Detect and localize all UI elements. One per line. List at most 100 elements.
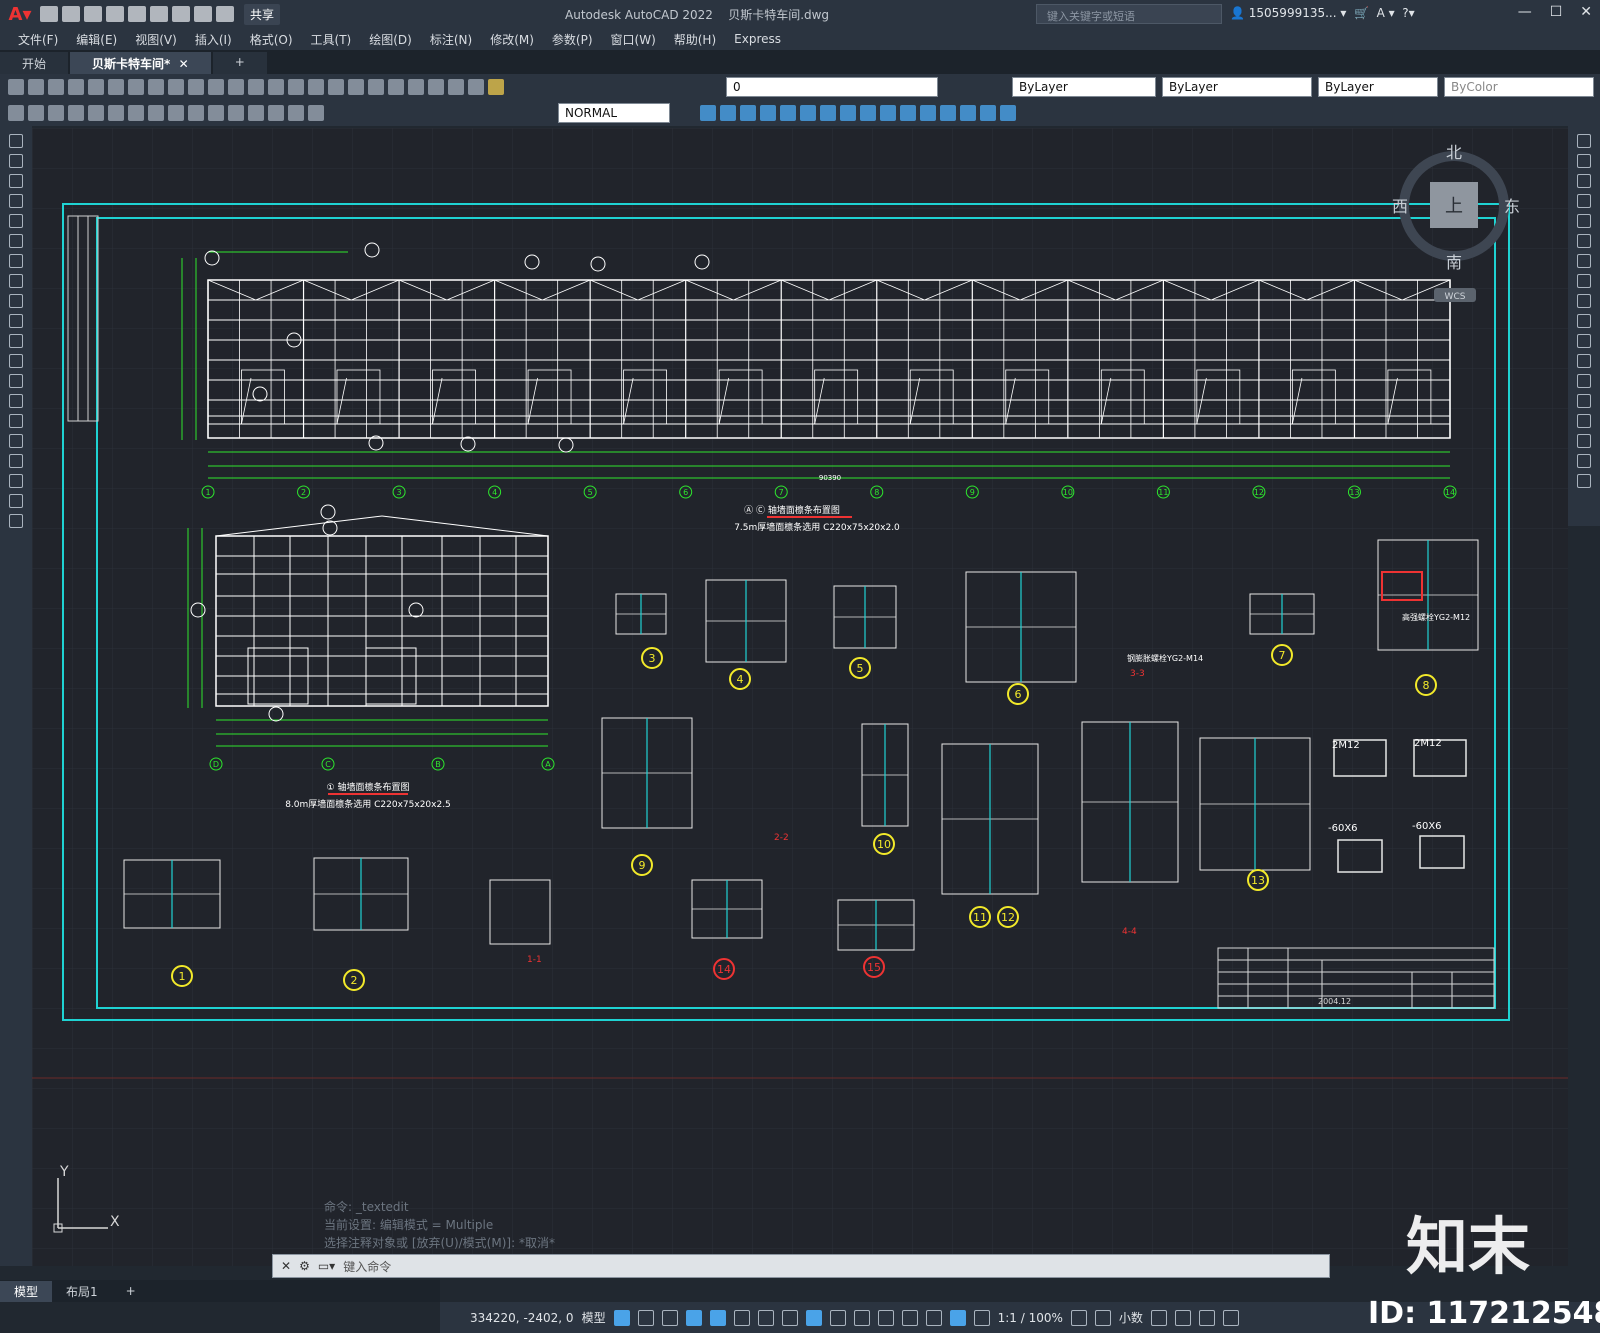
new-icon[interactable] xyxy=(8,79,24,95)
auto-scale-icon[interactable] xyxy=(973,1309,990,1326)
object-snap-icon[interactable] xyxy=(805,1309,822,1326)
erase-icon[interactable] xyxy=(1577,134,1591,148)
linetype-dropdown[interactable]: ByLayer xyxy=(1162,77,1312,97)
menu-help[interactable]: 帮助(H) xyxy=(674,31,716,48)
user-account[interactable]: 👤 1505999135... ▾ 🛒 A ▾ ?▾ xyxy=(1230,6,1415,20)
stretch-icon[interactable] xyxy=(1577,294,1591,308)
line-icon[interactable] xyxy=(9,134,23,148)
infer-icon[interactable] xyxy=(661,1309,678,1326)
circle-icon[interactable] xyxy=(9,254,23,268)
calculator-icon[interactable] xyxy=(428,79,444,95)
markup-icon[interactable] xyxy=(408,79,424,95)
save-web-icon[interactable] xyxy=(150,6,168,22)
linear-dim-icon[interactable] xyxy=(8,105,24,121)
save-as-icon[interactable] xyxy=(106,6,124,22)
quick-properties-icon[interactable] xyxy=(1150,1309,1167,1326)
redo-icon[interactable] xyxy=(228,79,244,95)
join-icon[interactable] xyxy=(1577,374,1591,388)
command-customize-icon[interactable]: ⚙ xyxy=(299,1259,310,1273)
menu-parametric[interactable]: 参数(P) xyxy=(552,31,593,48)
layer-manager-icon[interactable] xyxy=(468,79,484,95)
join-icon[interactable] xyxy=(940,105,956,121)
plotstyle-dropdown[interactable]: ByColor xyxy=(1444,77,1594,97)
move-icon[interactable] xyxy=(800,105,816,121)
units-readout[interactable]: 小数 xyxy=(1119,1309,1143,1326)
inspect-icon[interactable] xyxy=(268,105,284,121)
diameter-dim-icon[interactable] xyxy=(128,105,144,121)
mtext-icon[interactable] xyxy=(9,494,23,508)
arc-icon[interactable] xyxy=(9,234,23,248)
angular-dim-icon[interactable] xyxy=(148,105,164,121)
erase-icon[interactable] xyxy=(700,105,716,121)
new-tab-button[interactable]: + xyxy=(212,52,267,74)
add-selected-icon[interactable] xyxy=(9,514,23,528)
extend-icon[interactable] xyxy=(1577,334,1591,348)
dim-update-icon[interactable] xyxy=(308,105,324,121)
blend-icon[interactable] xyxy=(1577,454,1591,468)
fillet-icon[interactable] xyxy=(1577,414,1591,428)
ordinate-dim-icon[interactable] xyxy=(68,105,84,121)
transparency-icon[interactable] xyxy=(853,1309,870,1326)
match-icon[interactable] xyxy=(188,79,204,95)
lineweight-dropdown[interactable]: ByLayer xyxy=(1318,77,1438,97)
dim-edit-icon[interactable] xyxy=(288,105,304,121)
extend-icon[interactable] xyxy=(900,105,916,121)
grid-icon[interactable] xyxy=(613,1309,630,1326)
explode-icon[interactable] xyxy=(1000,105,1016,121)
viewcube-west[interactable]: 西 xyxy=(1392,197,1408,216)
add-layout-button[interactable]: + xyxy=(112,1282,150,1300)
new-icon[interactable] xyxy=(40,6,58,22)
continue-dim-icon[interactable] xyxy=(208,105,224,121)
close-icon[interactable]: ✕ xyxy=(1580,4,1592,20)
search-input[interactable]: 键入关键字或短语 xyxy=(1036,4,1222,24)
menu-edit[interactable]: 编辑(E) xyxy=(76,31,117,48)
object-snap-tracking-icon[interactable] xyxy=(781,1309,798,1326)
array-icon[interactable] xyxy=(1577,214,1591,228)
coordinates-readout[interactable]: 334220, -2402, 0 xyxy=(470,1311,574,1325)
open-web-icon[interactable] xyxy=(128,6,146,22)
undo-icon[interactable] xyxy=(208,79,224,95)
customize-icon[interactable] xyxy=(1222,1309,1239,1326)
rotate-icon[interactable] xyxy=(820,105,836,121)
jogged-dim-icon[interactable] xyxy=(108,105,124,121)
tool-palette-icon[interactable] xyxy=(368,79,384,95)
share-button[interactable]: 共享 xyxy=(244,3,281,25)
save-icon[interactable] xyxy=(84,6,102,22)
offset-icon[interactable] xyxy=(1577,194,1591,208)
pan-icon[interactable] xyxy=(248,79,264,95)
menu-draw[interactable]: 绘图(D) xyxy=(369,31,412,48)
menu-window[interactable]: 窗口(W) xyxy=(611,31,656,48)
workspace-icon[interactable] xyxy=(1070,1309,1087,1326)
help-icon[interactable] xyxy=(448,79,464,95)
break-icon[interactable] xyxy=(920,105,936,121)
fullscreen-icon[interactable] xyxy=(1198,1309,1215,1326)
properties-icon[interactable] xyxy=(328,79,344,95)
dynamic-input-icon[interactable] xyxy=(685,1309,702,1326)
stretch-icon[interactable] xyxy=(860,105,876,121)
zoom-window-icon[interactable] xyxy=(288,79,304,95)
chamfer-icon[interactable] xyxy=(1577,394,1591,408)
menu-modify[interactable]: 修改(M) xyxy=(490,31,534,48)
copy-object-icon[interactable] xyxy=(1577,154,1591,168)
offset-icon[interactable] xyxy=(760,105,776,121)
edit-polyline-icon[interactable] xyxy=(1577,474,1591,488)
explode-icon[interactable] xyxy=(1577,434,1591,448)
menu-insert[interactable]: 插入(I) xyxy=(195,31,232,48)
command-close-icon[interactable]: ✕ xyxy=(281,1259,291,1273)
mirror-icon[interactable] xyxy=(740,105,756,121)
plot-icon[interactable] xyxy=(68,79,84,95)
layer-dropdown[interactable]: 0 xyxy=(726,77,938,97)
trim-icon[interactable] xyxy=(880,105,896,121)
menu-format[interactable]: 格式(O) xyxy=(250,31,293,48)
isolate-icon[interactable] xyxy=(1174,1309,1191,1326)
tab-layout1[interactable]: 布局1 xyxy=(52,1281,112,1302)
fillet-icon[interactable] xyxy=(980,105,996,121)
polyline-icon[interactable] xyxy=(9,174,23,188)
baseline-dim-icon[interactable] xyxy=(188,105,204,121)
ellipse-arc-icon[interactable] xyxy=(9,334,23,348)
make-block-icon[interactable] xyxy=(9,374,23,388)
viewcube-north[interactable]: 北 xyxy=(1446,143,1462,162)
layer-bulb-icon[interactable] xyxy=(488,79,504,95)
tab-model[interactable]: 模型 xyxy=(0,1280,53,1302)
quick-dim-icon[interactable] xyxy=(168,105,184,121)
